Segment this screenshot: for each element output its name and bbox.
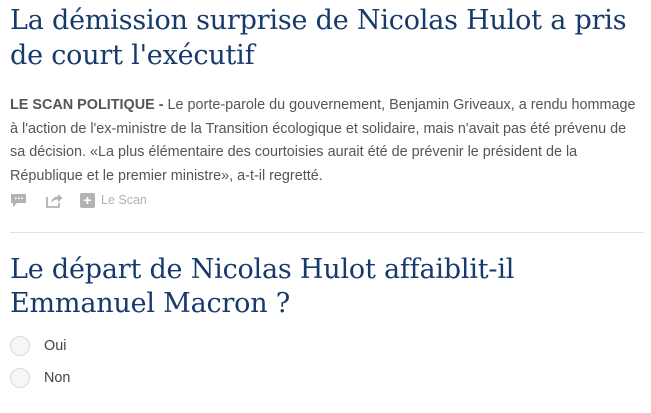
article-actions: + Le Scan: [10, 190, 147, 210]
poll: Le départ de Nicolas Hulot affaiblit-il …: [10, 253, 644, 399]
poll-option-label: Oui: [44, 338, 67, 354]
radio-button[interactable]: [10, 336, 30, 356]
radio-button[interactable]: [10, 368, 30, 388]
poll-option-label: Non: [44, 370, 71, 386]
tag-le-scan[interactable]: + Le Scan: [80, 192, 147, 208]
poll-question: Le départ de Nicolas Hulot affaiblit-il …: [10, 254, 515, 319]
article-teaser: La démission surprise de Nicolas Hulot a…: [10, 0, 644, 208]
share-icon[interactable]: [45, 191, 63, 209]
article-headline[interactable]: La démission surprise de Nicolas Hulot a…: [10, 0, 644, 73]
comment-icon[interactable]: [10, 191, 28, 209]
section-divider: [10, 232, 644, 233]
poll-option-non[interactable]: Non: [10, 367, 644, 389]
article-rubric: LE SCAN POLITIQUE -: [10, 97, 168, 113]
poll-option-oui[interactable]: Oui: [10, 335, 644, 357]
plus-icon: +: [80, 192, 95, 208]
poll-options: Oui Non: [10, 335, 644, 389]
tag-label: Le Scan: [101, 193, 147, 207]
article-summary: LE SCAN POLITIQUE - Le porte-parole du g…: [10, 94, 644, 188]
